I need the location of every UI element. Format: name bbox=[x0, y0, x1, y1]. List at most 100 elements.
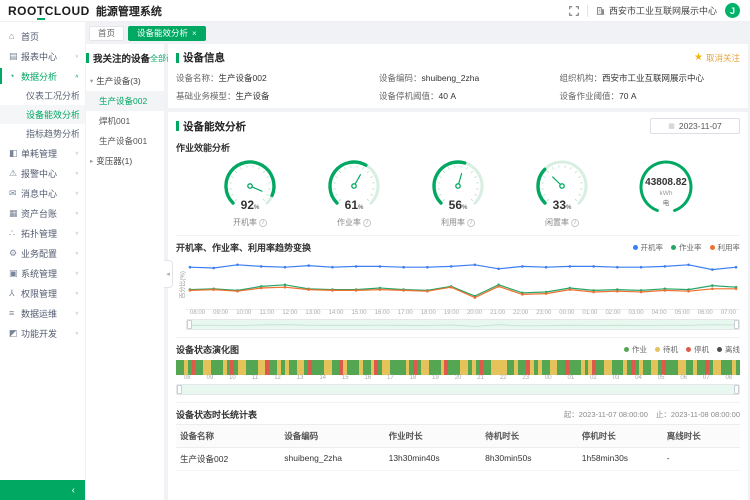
gauge-开机率: 92%开机率i bbox=[202, 158, 298, 228]
info-field-label: 设备停机阈值： bbox=[379, 91, 439, 101]
x-tick: 08 bbox=[176, 375, 199, 381]
info-field-label: 设备作业阈值： bbox=[560, 91, 620, 101]
x-tick: 02:00 bbox=[601, 310, 624, 316]
trend-line-chart[interactable] bbox=[186, 256, 740, 310]
x-tick: 15:00 bbox=[348, 310, 371, 316]
org-selector[interactable]: 西安市工业互联网展示中心 bbox=[596, 4, 717, 17]
topbar-right: 西安市工业互联网展示中心 J bbox=[569, 3, 740, 18]
sidebar-item-alarm-center[interactable]: ⚠报警中心∨ bbox=[0, 163, 85, 183]
status-zoom-slider[interactable] bbox=[176, 384, 740, 395]
sidebar-item-label: 消息中心 bbox=[21, 187, 75, 200]
date-value: 2023-11-07 bbox=[679, 121, 722, 131]
sidebar-item-label: 权限管理 bbox=[21, 287, 75, 300]
info-icon[interactable]: i bbox=[259, 219, 267, 227]
sidebar-item-label: 报警中心 bbox=[21, 167, 75, 180]
tab-home[interactable]: 首页 bbox=[89, 26, 124, 41]
sidebar-item-unit-consumption[interactable]: ◧单耗管理∨ bbox=[0, 143, 85, 163]
home-icon: ⌂ bbox=[9, 31, 21, 41]
sidebar-item-data-ops[interactable]: ≡数据运维∨ bbox=[0, 303, 85, 323]
status-x-axis: 0809101112131415161718192021222300010203… bbox=[176, 375, 740, 381]
content: 设备信息 ★ 取消关注 设备名称：生产设备002设备编码：shuibeng_2z… bbox=[168, 44, 750, 500]
avatar[interactable]: J bbox=[725, 3, 740, 18]
topbar: ROOTCLOUD 能源管理系统 西安市工业互联网展示中心 J bbox=[0, 0, 750, 22]
info-icon[interactable]: i bbox=[467, 219, 475, 227]
rootcloud-logo: ROOTCLOUD bbox=[8, 4, 90, 18]
x-tick: 20 bbox=[447, 375, 470, 381]
sidebar-item-asset-ledger[interactable]: ▦资产台账∨ bbox=[0, 203, 85, 223]
sidebar-item-device-efficiency-analysis[interactable]: 设备能效分析 bbox=[0, 105, 85, 124]
device-info-card: 设备信息 ★ 取消关注 设备名称：生产设备002设备编码：shuibeng_2z… bbox=[168, 44, 748, 108]
alarm-center-icon: ⚠ bbox=[9, 168, 21, 179]
slider-handle-right[interactable] bbox=[734, 320, 739, 329]
legend-利用率[interactable]: 利用率 bbox=[710, 242, 741, 253]
trend-section: 开机率、作业率、利用率趋势变换 开机率作业率利用率 百分比(%) 08:0009… bbox=[176, 235, 740, 330]
duration-table-title: 设备状态时长统计表 bbox=[176, 408, 257, 421]
unfollow-button[interactable]: ★ 取消关注 bbox=[694, 52, 740, 64]
sidebar-item-system-management[interactable]: ▣系统管理∨ bbox=[0, 263, 85, 283]
gauge-label: 开机率i bbox=[202, 217, 298, 228]
status-section: 设备状态演化图 作业待机停机离线 08091011121314151617181… bbox=[176, 337, 740, 395]
device-item[interactable]: 生产设备001 bbox=[86, 131, 164, 151]
x-tick: 10:00 bbox=[232, 310, 255, 316]
sidebar-item-indicator-trend-analysis[interactable]: 指标趋势分析 bbox=[0, 124, 85, 143]
duration-table: 设备名称设备编码作业时长待机时长停机时长离线时长生产设备002shuibeng_… bbox=[176, 424, 740, 471]
sidebar-item-topology-management[interactable]: ∴拓扑管理∨ bbox=[0, 223, 85, 243]
x-tick: 04 bbox=[627, 375, 650, 381]
status-timeline-strip[interactable] bbox=[176, 360, 740, 375]
close-tab-icon[interactable]: × bbox=[192, 29, 197, 38]
sidebar-item-meter-condition-analysis[interactable]: 仪表工况分析 bbox=[0, 86, 85, 105]
device-group-0[interactable]: ▾生产设备(3) bbox=[86, 71, 164, 91]
slider-handle-left[interactable] bbox=[187, 320, 192, 329]
legend-停机[interactable]: 停机 bbox=[686, 344, 709, 355]
asset-ledger-icon: ▦ bbox=[9, 208, 21, 219]
sidebar-collapse-button[interactable]: ‹ bbox=[0, 480, 85, 500]
trend-zoom-slider[interactable] bbox=[186, 319, 740, 330]
device-group-1[interactable]: ▸变压器(1) bbox=[86, 151, 164, 171]
info-icon[interactable]: i bbox=[363, 219, 371, 227]
sidebar-item-function-dev[interactable]: ◩功能开发∨ bbox=[0, 323, 85, 343]
legend-开机率[interactable]: 开机率 bbox=[633, 242, 664, 253]
sidebar-item-permission-management[interactable]: ⅄权限管理∨ bbox=[0, 283, 85, 303]
legend-作业[interactable]: 作业 bbox=[624, 344, 647, 355]
calendar-icon: ▦ bbox=[668, 122, 675, 130]
slider-window bbox=[177, 385, 739, 394]
info-icon[interactable]: i bbox=[571, 219, 579, 227]
panel-collapse-handle[interactable]: ◂ bbox=[164, 260, 173, 288]
device-item[interactable]: 焊机001 bbox=[86, 111, 164, 131]
sidebar-item-data-analysis[interactable]: ◔数据分析∧ bbox=[0, 66, 85, 86]
gauge-name: 闲置率 bbox=[545, 217, 569, 228]
x-tick: 05 bbox=[650, 375, 673, 381]
x-tick: 21 bbox=[469, 375, 492, 381]
energy-ring: 43808.82kWh电 bbox=[618, 158, 714, 228]
x-tick: 12 bbox=[266, 375, 289, 381]
sidebar-item-report-center[interactable]: ▤报表中心∨ bbox=[0, 46, 85, 66]
sidebar-item-label: 数据分析 bbox=[21, 70, 75, 83]
x-tick: 06 bbox=[672, 375, 695, 381]
sidebar-item-home[interactable]: ⌂首页 bbox=[0, 26, 85, 46]
table-cell: 13h30min40s bbox=[385, 448, 482, 470]
slider-handle-right[interactable] bbox=[734, 385, 739, 394]
chevron-up-icon: ∧ bbox=[75, 73, 79, 79]
legend-dot bbox=[624, 347, 629, 352]
legend-离线[interactable]: 离线 bbox=[717, 344, 740, 355]
info-field-value: 70 A bbox=[619, 91, 637, 101]
table-header-cell: 停机时长 bbox=[578, 425, 663, 447]
device-panel-header: 我关注的设备 全部设备 bbox=[86, 51, 164, 71]
tab-device-efficiency[interactable]: 设备能效分析 × bbox=[128, 26, 206, 41]
sidebar-item-message-center[interactable]: ✉消息中心∨ bbox=[0, 183, 85, 203]
efficiency-card: 设备能效分析 ▦ 2023-11-07 作业效能分析 92%开机率i61%作业率… bbox=[168, 112, 748, 500]
sidebar-item-business-config[interactable]: ⚙业务配置∨ bbox=[0, 243, 85, 263]
x-tick: 14 bbox=[311, 375, 334, 381]
efficiency-header: 设备能效分析 ▦ 2023-11-07 bbox=[176, 118, 740, 134]
date-picker[interactable]: ▦ 2023-11-07 bbox=[650, 118, 740, 134]
legend-待机[interactable]: 待机 bbox=[655, 344, 678, 355]
device-item[interactable]: 生产设备002 bbox=[86, 91, 164, 111]
duration-table-header: 设备状态时长统计表 起：2023-11-07 08:00:00 止：2023-1… bbox=[176, 408, 740, 421]
legend-作业率[interactable]: 作业率 bbox=[671, 242, 702, 253]
section-accent-bar bbox=[86, 53, 89, 63]
status-title: 设备状态演化图 bbox=[176, 343, 239, 356]
slider-handle-left[interactable] bbox=[177, 385, 182, 394]
info-field-label: 设备编码： bbox=[379, 73, 422, 83]
fullscreen-icon[interactable] bbox=[569, 6, 579, 16]
table-row[interactable]: 生产设备002shuibeng_2zha13h30min40s8h30min50… bbox=[176, 448, 740, 471]
